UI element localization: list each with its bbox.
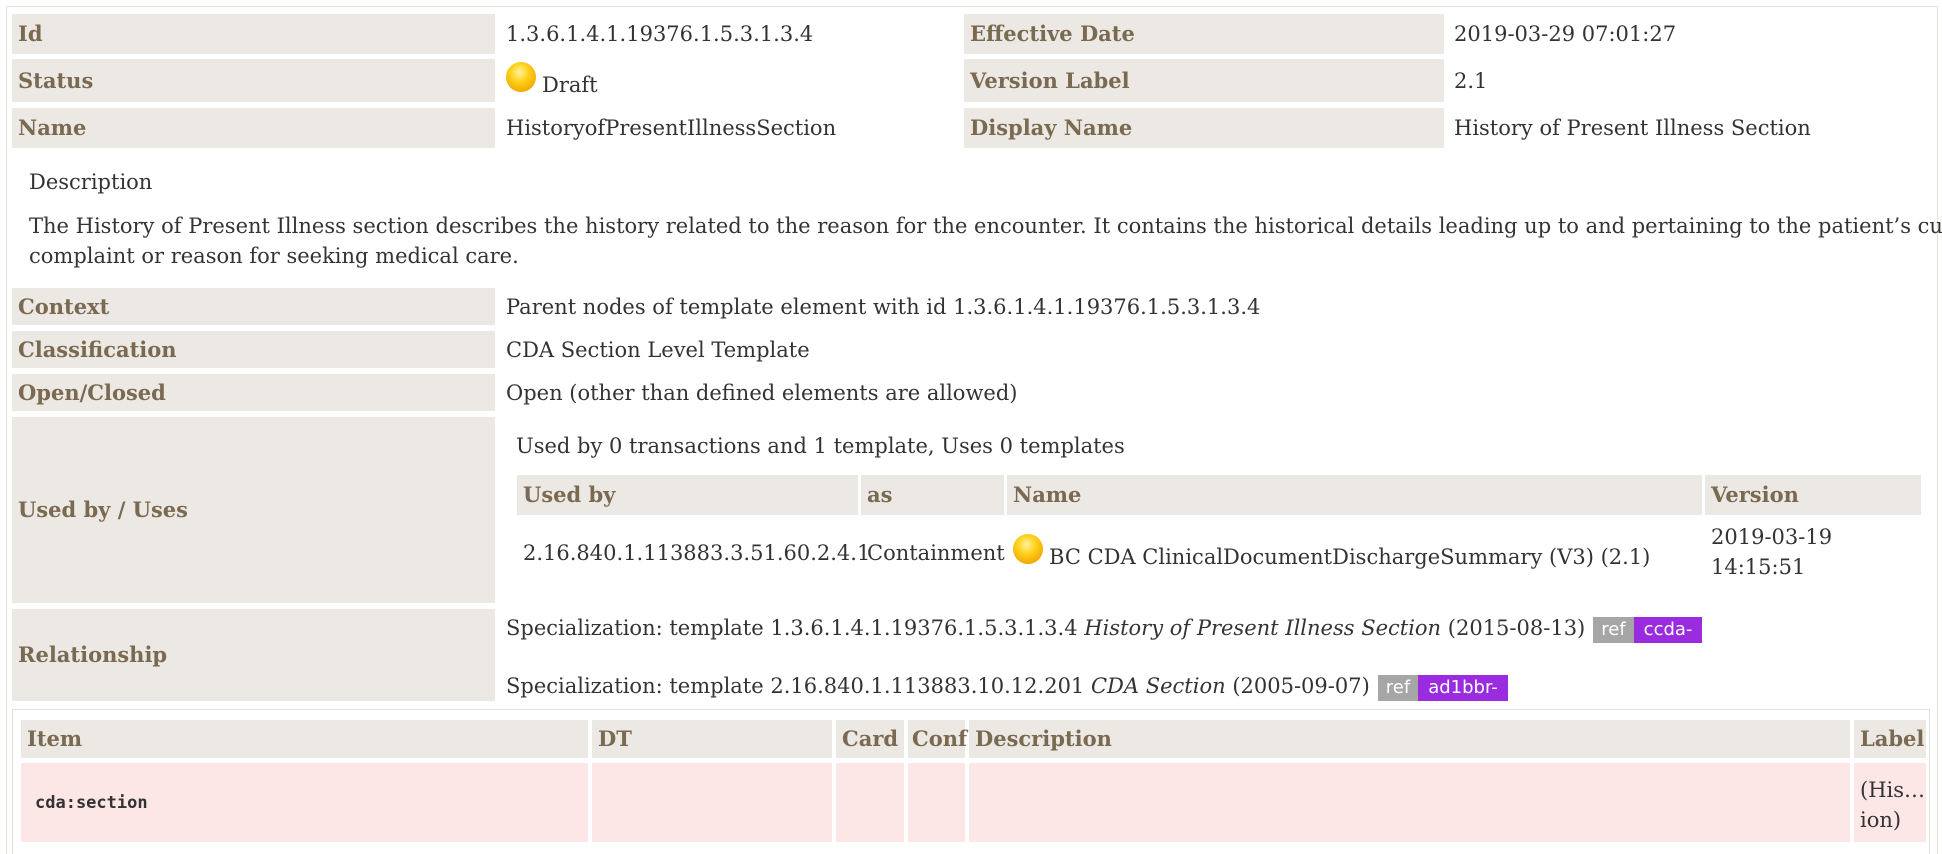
relationship-item-1: Specialization: template 1.3.6.1.4.1.193…: [506, 615, 1703, 643]
classification-value: CDA Section Level Template: [506, 337, 810, 362]
usage-row-as: Containment: [867, 541, 1005, 565]
items-header-card: Card: [836, 720, 904, 758]
usage-row-name[interactable]: BC CDA ClinicalDocumentDischargeSummary …: [1007, 518, 1702, 588]
status-label: Status: [12, 59, 495, 102]
usage-row-used-by[interactable]: 2.16.840.1.113883.3.51.60.2.4.1: [517, 518, 870, 588]
open-closed-label: Open/Closed: [12, 374, 495, 411]
description-line-2: complaint or reason for seeking medical …: [29, 244, 519, 268]
context-value: Parent nodes of template element with id…: [506, 294, 1261, 319]
usage-header-version: Version: [1705, 475, 1921, 515]
items-row-dt: [592, 763, 832, 842]
version-label-label: Version Label: [964, 59, 1444, 102]
items-row-label-line2: ion): [1860, 808, 1902, 832]
items-row-item[interactable]: cda:section: [21, 763, 588, 842]
items-row-card: [836, 763, 904, 842]
usage-header-used-by: Used by: [517, 475, 858, 515]
used-by-uses-label: Used by / Uses: [12, 417, 495, 603]
display-name-label: Display Name: [964, 108, 1444, 148]
effective-date-label: Effective Date: [964, 14, 1444, 54]
relationship-1-title[interactable]: History of Present Illness Section: [1084, 616, 1441, 640]
name-value: HistoryofPresentIllnessSection: [506, 116, 837, 140]
status-text: Draft: [542, 72, 598, 97]
usage-row-version-time: 14:15:51: [1711, 555, 1806, 579]
status-value: Draft: [506, 59, 956, 102]
description-heading: Description: [29, 170, 153, 194]
id-value: 1.3.6.1.4.1.19376.1.5.3.1.3.4: [506, 22, 814, 46]
items-header-conf: Conf: [908, 720, 967, 758]
open-closed-value: Open (other than defined elements are al…: [506, 380, 1018, 405]
items-row-label-line1: (His…: [1860, 778, 1925, 802]
relationship-1-prefix: Specialization: template 1.3.6.1.4.1.193…: [506, 616, 1078, 640]
relationship-1-date: (2015-08-13): [1447, 616, 1586, 640]
context-label: Context: [12, 288, 495, 325]
relationship-2-title[interactable]: CDA Section: [1091, 674, 1226, 698]
relationship-item-2: Specialization: template 2.16.840.1.1138…: [506, 673, 1508, 701]
relationship-2-date: (2005-09-07): [1232, 674, 1370, 698]
items-row-conf: [908, 763, 965, 842]
version-label-value: 2.1: [1454, 68, 1488, 93]
usage-header-as: as: [861, 475, 1004, 515]
items-row-label: (His… ion): [1854, 763, 1926, 842]
display-name-value: History of Present Illness Section: [1454, 116, 1811, 140]
id-label: Id: [12, 14, 495, 54]
relationship-1-ref-tag: ref: [1593, 616, 1634, 643]
relationship-label: Relationship: [12, 609, 495, 701]
effective-date-value: 2019-03-29 07:01:27: [1454, 22, 1677, 46]
items-header-label: Label: [1854, 720, 1926, 758]
usage-summary: Used by 0 transactions and 1 template, U…: [516, 434, 1125, 458]
relationship-2-prefix-tag: ad1bbr-: [1418, 674, 1508, 701]
items-row-description: [969, 763, 1850, 842]
classification-label: Classification: [12, 331, 495, 368]
usage-row-version-date: 2019-03-19: [1711, 525, 1833, 549]
description-line-1: The History of Present Illness section d…: [29, 214, 1942, 238]
relationship-1-prefix-tag: ccda-: [1633, 616, 1703, 643]
usage-row-name-text[interactable]: BC CDA ClinicalDocumentDischargeSummary …: [1049, 544, 1650, 570]
usage-row-version: 2019-03-19 14:15:51: [1705, 524, 1921, 580]
usage-status-draft-icon: [1013, 534, 1043, 564]
items-header-description: Description: [969, 720, 1850, 758]
items-header-dt: DT: [592, 720, 832, 758]
items-header-item: Item: [21, 720, 588, 758]
relationship-2-ref-tag: ref: [1377, 674, 1419, 701]
relationship-2-prefix: Specialization: template 2.16.840.1.1138…: [506, 674, 1085, 698]
name-label: Name: [12, 108, 495, 148]
status-draft-icon: [506, 61, 536, 92]
usage-header-name: Name: [1007, 475, 1702, 515]
